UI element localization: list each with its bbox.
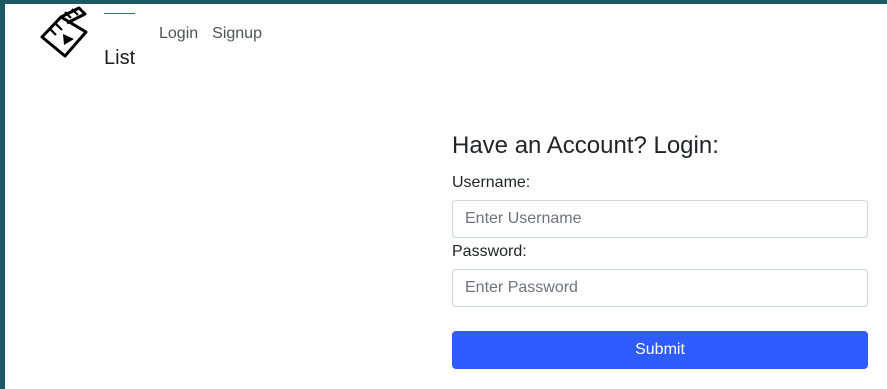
page: List Login Signup Have an Account? Login… [5, 4, 887, 389]
login-panel: Have an Account? Login: Username: Passwo… [452, 132, 868, 369]
brand-logo-link[interactable] [40, 5, 96, 61]
nav-login-link[interactable]: Login [159, 25, 198, 43]
nav-signup-link[interactable]: Signup [212, 25, 262, 43]
nav-list-active[interactable]: List [104, 13, 136, 69]
password-input[interactable] [452, 269, 868, 307]
login-form: Username: Password: Submit [452, 173, 868, 369]
clapperboard-play-icon [40, 5, 96, 61]
login-title: Have an Account? Login: [452, 132, 719, 159]
top-nav: Login Signup [159, 25, 262, 43]
username-label: Username: [452, 174, 531, 191]
nav-list-label: List [104, 47, 136, 69]
active-nav-indicator [104, 13, 135, 14]
username-input[interactable] [452, 200, 868, 238]
submit-button[interactable]: Submit [452, 331, 868, 369]
password-label: Password: [452, 243, 527, 260]
